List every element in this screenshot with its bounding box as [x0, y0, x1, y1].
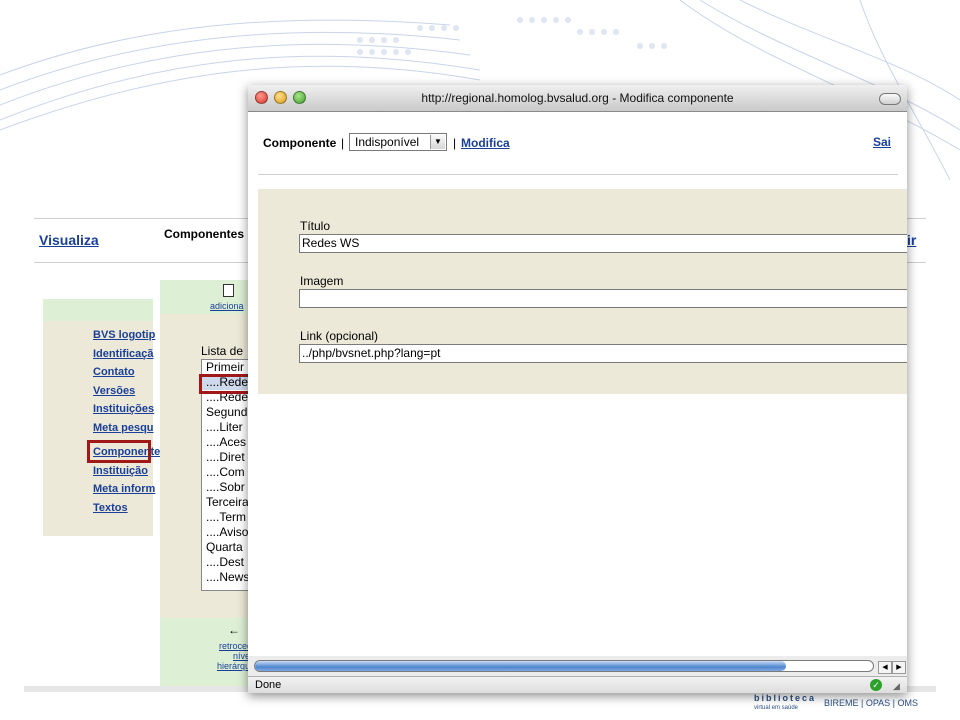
admin-menu-panel: BVS logotip Identificaçã Contato Versões Ins… — [43, 299, 160, 536]
scroll-right-icon[interactable]: ▶ — [892, 661, 906, 674]
admin-menu-list: BVS logotip Identificaçã Contato Versões Ins… — [93, 329, 160, 520]
link-field[interactable]: ../php/bvsnet.php?lang=pt — [299, 344, 907, 363]
admin-menu-item[interactable]: Meta inform — [93, 483, 160, 502]
new-file-icon[interactable] — [223, 284, 234, 297]
status-text: Done — [255, 679, 282, 691]
admin-menu-item[interactable]: Instituição — [93, 465, 160, 484]
scrollbar-track[interactable] — [254, 660, 874, 672]
titulo-label: Título — [300, 219, 331, 233]
scrollbar-thumb[interactable] — [255, 661, 786, 671]
bvs-logo-text: biblioteca — [754, 693, 817, 703]
footer-logos: biblioteca virtual em saúde BIREME | OPA… — [754, 689, 954, 717]
check-icon: ✓ — [870, 679, 882, 691]
modifica-link[interactable]: Modifica — [461, 136, 510, 150]
horizontal-scrollbar[interactable]: ◀ ▶ — [248, 656, 907, 676]
modifica-componente-window: http://regional.homolog.bvsalud.org - Mo… — [248, 85, 907, 693]
footer-organizations: BIREME | OPAS | OMS — [824, 698, 919, 708]
admin-menu-item[interactable]: Instituições — [93, 403, 160, 422]
back-level-link-line[interactable]: retroced — [200, 641, 252, 651]
back-arrow-icon[interactable]: ← — [228, 623, 240, 637]
link-label: Link (opcional) — [300, 329, 379, 343]
imagem-label: Imagem — [300, 274, 344, 288]
component-list-label: Lista de — [201, 344, 244, 358]
add-component-link[interactable]: adiciona — [210, 301, 244, 311]
titulo-field[interactable]: Redes WS — [299, 234, 907, 253]
components-panel: Componentes adiciona Lista de Primeir...… — [160, 211, 263, 688]
chevron-down-icon[interactable]: ▼ — [430, 135, 445, 149]
imagem-field[interactable] — [299, 289, 907, 308]
admin-menu-item[interactable]: Meta pesqu — [93, 422, 160, 441]
visualiza-link[interactable]: Visualiza — [39, 232, 99, 248]
admin-menu-item[interactable]: Contato — [93, 366, 160, 385]
back-level-link[interactable]: retroced nível hierárqui — [200, 641, 252, 671]
status-bar: Done ✓ ◢ — [248, 676, 907, 693]
admin-menu-item[interactable]: BVS logotip — [93, 329, 160, 348]
toolbar-toggle-button[interactable] — [879, 93, 901, 105]
component-bar: Componente | Indisponível ▼ | Modifica S… — [248, 112, 907, 175]
sair-link[interactable]: Sai — [873, 135, 891, 149]
back-level-link-line[interactable]: nível — [200, 651, 252, 661]
resize-grip-icon[interactable]: ◢ — [893, 681, 900, 692]
sair-link-background[interactable]: ir — [907, 232, 916, 248]
component-form: Título Redes WS Imagem Link (opcional) .… — [258, 189, 907, 394]
status-select[interactable]: Indisponível ▼ — [349, 133, 447, 151]
bvs-logo-subtext: virtual em saúde — [754, 705, 799, 711]
menu-highlight-box — [87, 440, 151, 463]
status-select-value: Indisponível — [355, 135, 420, 149]
window-titlebar[interactable]: http://regional.homolog.bvsalud.org - Mo… — [248, 85, 907, 112]
window-title: http://regional.homolog.bvsalud.org - Mo… — [421, 91, 734, 105]
separator: | — [341, 136, 345, 150]
admin-menu-item[interactable]: Identificaçã — [93, 348, 160, 367]
separator: | — [453, 136, 457, 150]
component-bar-rule — [258, 174, 898, 175]
back-level-link-line[interactable]: hierárqui — [200, 661, 252, 671]
component-label: Componente — [263, 136, 337, 150]
scroll-left-icon[interactable]: ◀ — [878, 661, 892, 674]
admin-menu-item[interactable]: Versões — [93, 385, 160, 404]
admin-menu-header-strip — [43, 299, 153, 321]
list-highlight-box — [199, 374, 251, 394]
components-title: Componentes — [164, 227, 245, 241]
admin-menu-item[interactable]: Textos — [93, 502, 160, 521]
